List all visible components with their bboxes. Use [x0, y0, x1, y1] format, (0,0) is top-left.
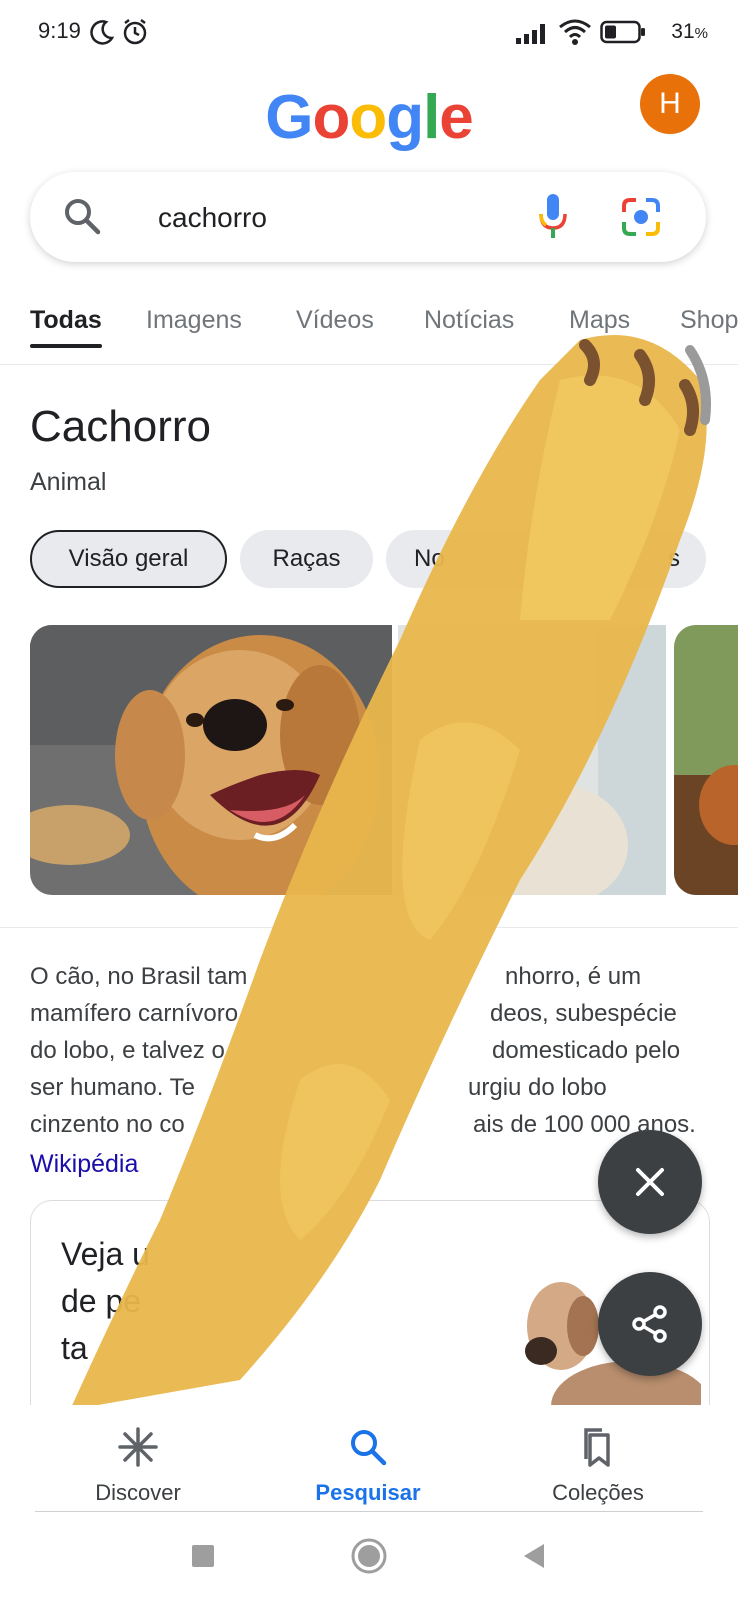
- nav-colecoes-label: Coleções: [552, 1480, 644, 1505]
- asterisk-icon: [118, 1427, 158, 1467]
- status-bar: 9:19 31%: [0, 0, 738, 64]
- logo-letter: o: [349, 83, 387, 152]
- mic-icon[interactable]: [538, 192, 568, 242]
- logo-letter: o: [312, 83, 350, 152]
- logo-letter: g: [386, 83, 424, 152]
- avatar-initial: H: [659, 87, 681, 120]
- back-button[interactable]: [522, 1542, 546, 1570]
- close-icon: [636, 1168, 664, 1196]
- battery-percent: 31%: [671, 20, 708, 43]
- bookmarks-icon: [584, 1428, 610, 1467]
- recents-button[interactable]: [192, 1545, 214, 1567]
- signal-icon: [516, 24, 545, 44]
- nav-colecoes[interactable]: Coleções: [498, 1427, 698, 1506]
- search-icon: [65, 199, 101, 235]
- clock-time: 9:19: [38, 18, 81, 43]
- nav-pesquisar-label: Pesquisar: [315, 1480, 421, 1505]
- nav-discover-label: Discover: [95, 1480, 181, 1505]
- moon-icon: [90, 20, 115, 45]
- alarm-icon: [123, 19, 147, 45]
- logo-letter: G: [265, 83, 313, 152]
- share-fab[interactable]: [598, 1272, 702, 1376]
- battery-icon: [600, 20, 645, 44]
- system-navigation: [0, 1515, 738, 1600]
- avatar[interactable]: H: [640, 74, 700, 134]
- bottom-divider: [35, 1511, 703, 1512]
- close-fab[interactable]: [598, 1130, 702, 1234]
- search-icon: [351, 1430, 387, 1466]
- search-box[interactable]: cachorro: [30, 172, 706, 262]
- share-icon: [632, 1305, 667, 1343]
- logo-letter: l: [423, 83, 440, 152]
- home-button[interactable]: [350, 1537, 388, 1575]
- search-input[interactable]: cachorro: [158, 202, 267, 234]
- lens-icon[interactable]: [620, 196, 662, 238]
- bottom-navigation: Discover Pesquisar Coleções: [0, 1405, 738, 1510]
- logo-letter: e: [439, 83, 473, 152]
- paw-sticker-overlay: [70, 335, 711, 1410]
- nav-pesquisar[interactable]: Pesquisar: [268, 1427, 468, 1506]
- nav-discover[interactable]: Discover: [38, 1427, 238, 1506]
- google-logo[interactable]: Google: [0, 82, 738, 153]
- wifi-icon: [559, 19, 591, 45]
